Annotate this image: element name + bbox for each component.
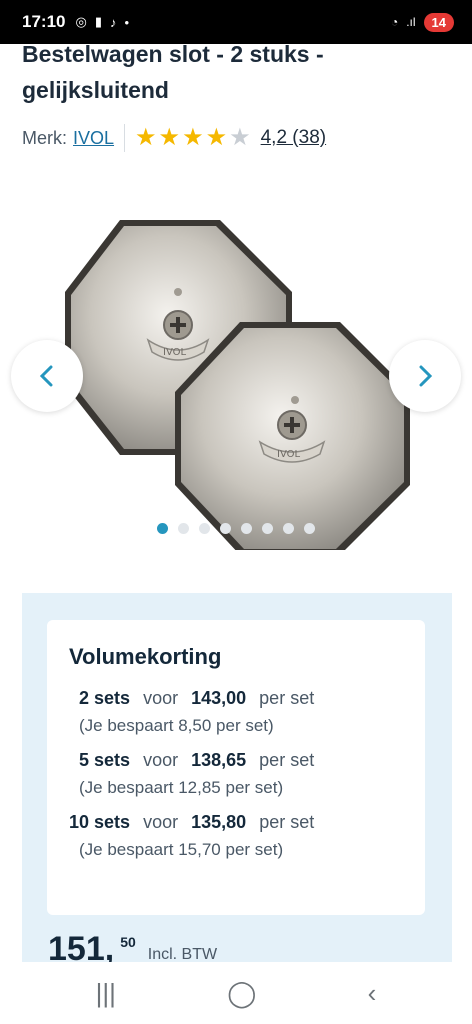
star-full-icon: ★ [205, 124, 228, 151]
home-icon[interactable]: ◯ [227, 978, 256, 1009]
tier-price: 138,65 [191, 750, 247, 770]
tier-qty: 5 sets [79, 750, 131, 770]
volume-discount-card: Volumekorting 2 sets voor 143,00 per set… [47, 620, 425, 915]
price-main: 151, [48, 930, 115, 962]
price-block: 151, 50 Incl. BTW [48, 930, 217, 962]
gallery-prev-button[interactable] [11, 340, 83, 412]
chevron-left-icon [39, 365, 53, 387]
discount-tier: 10 sets voor 135,80 per set (Je bespaart… [69, 812, 403, 860]
gallery-dot[interactable] [241, 523, 252, 534]
tiktok-icon: ♪ [109, 14, 117, 30]
gallery-dot[interactable] [220, 523, 231, 534]
star-empty-icon: ★ [229, 124, 251, 151]
tier-saving: (Je bespaart 12,85 per set) [79, 778, 284, 797]
tier-qty: 2 sets [79, 688, 131, 708]
tier-qty: 10 sets [69, 812, 131, 832]
signal-icon: .ıl [406, 15, 416, 29]
lock-icon: ▮ [94, 14, 102, 29]
title-clip: Bestelwagen slot - 2 stuks - gelijksluit… [0, 44, 472, 108]
volume-discount-title: Volumekorting [69, 644, 222, 669]
recent-apps-icon[interactable]: ||| [96, 978, 116, 1009]
product-image[interactable]: IVOL IVOL [60, 200, 420, 550]
more-dot-icon: • [124, 14, 130, 30]
product-meta: Merk: IVOL ★ ★ ★ ★ ★ 4,2 (38) [22, 124, 326, 152]
system-icons: ◔ .ıl 14 [390, 12, 454, 32]
product-gallery: IVOL IVOL [0, 185, 472, 555]
chrome-icon: ◎ [75, 14, 87, 29]
product-title: Bestelwagen slot - 2 stuks - gelijksluit… [22, 44, 324, 103]
system-nav-bar: ||| ◯ ‹ [0, 962, 472, 1024]
gallery-dot[interactable] [262, 523, 273, 534]
gallery-dot[interactable] [199, 523, 210, 534]
star-full-icon: ★ [182, 124, 204, 151]
tier-voor: voor [143, 812, 179, 832]
tier-per: per set [259, 688, 315, 708]
status-bar: 17:10 ◎ ▮ ♪ • ◔ .ıl 14 [0, 0, 472, 44]
tier-voor: voor [143, 750, 179, 770]
gallery-dots [157, 523, 315, 534]
brand-link[interactable]: IVOL [73, 128, 114, 149]
gallery-dot[interactable] [283, 523, 294, 534]
star-full-icon: ★ [158, 124, 181, 151]
chevron-right-icon [419, 365, 433, 387]
tier-per: per set [259, 812, 315, 832]
tier-saving: (Je bespaart 15,70 per set) [79, 840, 284, 859]
status-time: 17:10 [22, 12, 66, 31]
svg-text:IVOL: IVOL [277, 449, 300, 460]
discount-tier: 5 sets voor 138,65 per set (Je bespaart … [69, 750, 403, 798]
brand-label: Merk: [22, 127, 67, 148]
price-cents: 50 [120, 934, 136, 950]
gallery-dot[interactable] [304, 523, 315, 534]
tier-price: 143,00 [191, 688, 247, 708]
price-vat-label: Incl. BTW [147, 946, 218, 962]
discount-tier: 2 sets voor 143,00 per set (Je bespaart … [69, 688, 403, 736]
tier-per: per set [259, 750, 315, 770]
tier-voor: voor [143, 688, 179, 708]
tier-saving: (Je bespaart 8,50 per set) [79, 716, 274, 735]
battery-badge: 14 [423, 12, 454, 32]
svg-text:IVOL: IVOL [163, 347, 186, 358]
gallery-next-button[interactable] [389, 340, 461, 412]
notification-icons: ◎ ▮ ♪ • [75, 14, 129, 30]
back-icon[interactable]: ‹ [368, 978, 377, 1009]
meta-divider [124, 124, 126, 152]
rating-link[interactable]: 4,2 (38) [261, 127, 326, 149]
rating-stars: ★ ★ ★ ★ ★ [135, 126, 251, 150]
gallery-dot[interactable] [157, 523, 168, 534]
gallery-dot[interactable] [178, 523, 189, 534]
lock-front: IVOL [175, 322, 410, 550]
wifi-icon: ◔ [390, 15, 399, 29]
tier-price: 135,80 [191, 812, 247, 832]
star-full-icon: ★ [135, 124, 157, 151]
